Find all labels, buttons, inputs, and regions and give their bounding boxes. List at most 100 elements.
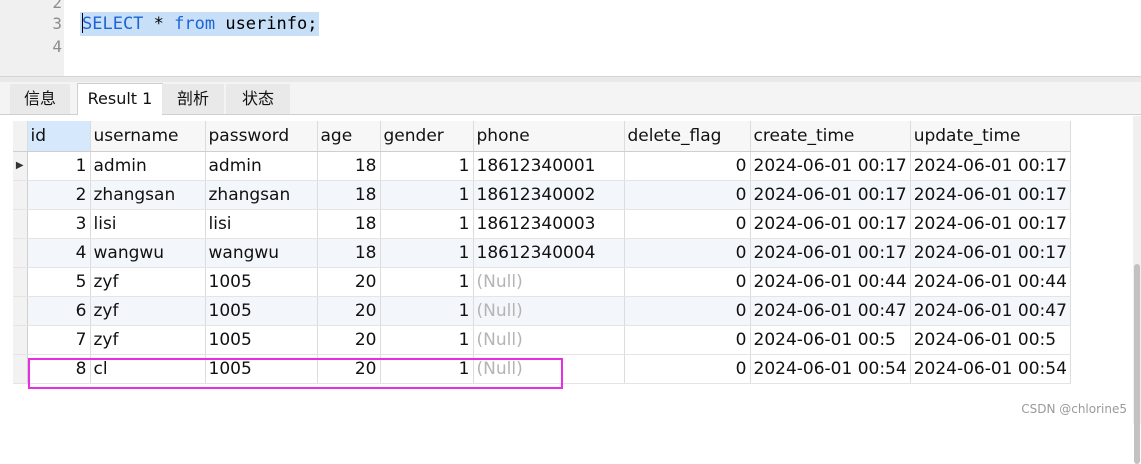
table-row[interactable]: 7 zyf 1005 20 1 (Null) 0 2024-06-01 00:5… bbox=[13, 325, 1071, 355]
cell-id[interactable]: 7 bbox=[27, 325, 91, 355]
cell-delete-flag[interactable]: 0 bbox=[624, 209, 751, 239]
cell-gender[interactable]: 1 bbox=[380, 296, 474, 326]
column-header-delete-flag[interactable]: delete_flag bbox=[624, 121, 751, 152]
cell-username[interactable]: zyf bbox=[90, 296, 206, 326]
cell-id[interactable]: 8 bbox=[27, 354, 91, 384]
cell-gender[interactable]: 1 bbox=[380, 151, 474, 181]
cell-phone[interactable]: (Null) bbox=[473, 296, 625, 326]
tab-profile[interactable]: 剖析 bbox=[162, 84, 224, 114]
tab-result-1[interactable]: Result 1 bbox=[77, 83, 163, 116]
cell-password[interactable]: lisi bbox=[205, 209, 318, 239]
cell-phone[interactable]: 18612340004 bbox=[473, 238, 625, 268]
cell-delete-flag[interactable]: 0 bbox=[624, 296, 751, 326]
cell-gender[interactable]: 1 bbox=[380, 180, 474, 210]
cell-age[interactable]: 20 bbox=[317, 296, 381, 326]
cell-phone[interactable]: (Null) bbox=[473, 354, 625, 384]
cell-update-time[interactable]: 2024-06-01 00:5 bbox=[910, 325, 1071, 355]
table-row[interactable]: 8 cl 1005 20 1 (Null) 0 2024-06-01 00:54… bbox=[13, 354, 1071, 384]
cell-update-time[interactable]: 2024-06-01 00:17 bbox=[910, 151, 1071, 181]
cell-id[interactable]: 4 bbox=[27, 238, 91, 268]
column-header-update-time[interactable]: update_time bbox=[910, 121, 1071, 152]
cell-create-time[interactable]: 2024-06-01 00:5 bbox=[750, 325, 911, 355]
table-row[interactable]: 6 zyf 1005 20 1 (Null) 0 2024-06-01 00:4… bbox=[13, 296, 1071, 326]
cell-password[interactable]: admin bbox=[205, 151, 318, 181]
sql-editor[interactable]: 2 3 4 SELECT * from userinfo; bbox=[0, 0, 1141, 76]
cell-id[interactable]: 1 bbox=[27, 151, 91, 181]
tab-status[interactable]: 状态 bbox=[226, 84, 290, 114]
column-header-username[interactable]: username bbox=[90, 121, 206, 152]
table-row[interactable]: 4 wangwu wangwu 18 1 18612340004 0 2024-… bbox=[13, 238, 1071, 268]
cell-password[interactable]: 1005 bbox=[205, 354, 318, 384]
cell-id[interactable]: 6 bbox=[27, 296, 91, 326]
column-header-id[interactable]: id bbox=[27, 121, 91, 152]
cell-create-time[interactable]: 2024-06-01 00:17 bbox=[750, 151, 911, 181]
cell-age[interactable]: 20 bbox=[317, 354, 381, 384]
tab-info[interactable]: 信息 bbox=[10, 84, 70, 114]
cell-username[interactable]: zyf bbox=[90, 325, 206, 355]
cell-delete-flag[interactable]: 0 bbox=[624, 325, 751, 355]
cell-gender[interactable]: 1 bbox=[380, 267, 474, 297]
cell-username[interactable]: zyf bbox=[90, 267, 206, 297]
cell-age[interactable]: 20 bbox=[317, 325, 381, 355]
result-grid-area: id username password age gender phone de… bbox=[0, 115, 1141, 424]
cell-password[interactable]: wangwu bbox=[205, 238, 318, 268]
cell-age[interactable]: 18 bbox=[317, 151, 381, 181]
cell-username[interactable]: cl bbox=[90, 354, 206, 384]
cell-password[interactable]: 1005 bbox=[205, 267, 318, 297]
cell-create-time[interactable]: 2024-06-01 00:17 bbox=[750, 180, 911, 210]
cell-phone[interactable]: 18612340003 bbox=[473, 209, 625, 239]
cell-password[interactable]: 1005 bbox=[205, 296, 318, 326]
vertical-scrollbar[interactable] bbox=[1133, 116, 1141, 464]
cell-delete-flag[interactable]: 0 bbox=[624, 267, 751, 297]
cell-id[interactable]: 2 bbox=[27, 180, 91, 210]
cell-create-time[interactable]: 2024-06-01 00:44 bbox=[750, 267, 911, 297]
sql-query-line[interactable]: SELECT * from userinfo; bbox=[80, 12, 320, 36]
cell-password[interactable]: zhangsan bbox=[205, 180, 318, 210]
cell-create-time[interactable]: 2024-06-01 00:17 bbox=[750, 238, 911, 268]
cell-phone[interactable]: (Null) bbox=[473, 325, 625, 355]
column-header-password[interactable]: password bbox=[205, 121, 318, 152]
cell-username[interactable]: wangwu bbox=[90, 238, 206, 268]
table-row[interactable]: 2 zhangsan zhangsan 18 1 18612340002 0 2… bbox=[13, 180, 1071, 210]
column-header-phone[interactable]: phone bbox=[473, 121, 625, 152]
cell-gender[interactable]: 1 bbox=[380, 354, 474, 384]
cell-age[interactable]: 18 bbox=[317, 238, 381, 268]
cell-create-time[interactable]: 2024-06-01 00:47 bbox=[750, 296, 911, 326]
cell-gender[interactable]: 1 bbox=[380, 238, 474, 268]
cell-delete-flag[interactable]: 0 bbox=[624, 354, 751, 384]
cell-phone[interactable]: 18612340002 bbox=[473, 180, 625, 210]
column-header-create-time[interactable]: create_time bbox=[750, 121, 911, 152]
cell-update-time[interactable]: 2024-06-01 00:17 bbox=[910, 209, 1071, 239]
watermark: CSDN @chlorine5 bbox=[1021, 402, 1127, 416]
cell-update-time[interactable]: 2024-06-01 00:54 bbox=[910, 354, 1071, 384]
cell-create-time[interactable]: 2024-06-01 00:54 bbox=[750, 354, 911, 384]
cell-update-time[interactable]: 2024-06-01 00:17 bbox=[910, 238, 1071, 268]
cell-id[interactable]: 3 bbox=[27, 209, 91, 239]
column-header-age[interactable]: age bbox=[317, 121, 381, 152]
cell-age[interactable]: 18 bbox=[317, 180, 381, 210]
cell-phone[interactable]: (Null) bbox=[473, 267, 625, 297]
cell-age[interactable]: 18 bbox=[317, 209, 381, 239]
cell-delete-flag[interactable]: 0 bbox=[624, 180, 751, 210]
cell-gender[interactable]: 1 bbox=[380, 209, 474, 239]
cell-gender[interactable]: 1 bbox=[380, 325, 474, 355]
row-indicator bbox=[13, 180, 28, 210]
scrollbar-thumb[interactable] bbox=[1134, 264, 1140, 464]
cell-username[interactable]: lisi bbox=[90, 209, 206, 239]
table-row[interactable]: 5 zyf 1005 20 1 (Null) 0 2024-06-01 00:4… bbox=[13, 267, 1071, 297]
cell-update-time[interactable]: 2024-06-01 00:47 bbox=[910, 296, 1071, 326]
table-row[interactable]: ▶ 1 admin admin 18 1 18612340001 0 2024-… bbox=[13, 151, 1071, 181]
table-row[interactable]: 3 lisi lisi 18 1 18612340003 0 2024-06-0… bbox=[13, 209, 1071, 239]
cell-delete-flag[interactable]: 0 bbox=[624, 151, 751, 181]
cell-password[interactable]: 1005 bbox=[205, 325, 318, 355]
cell-username[interactable]: admin bbox=[90, 151, 206, 181]
cell-create-time[interactable]: 2024-06-01 00:17 bbox=[750, 209, 911, 239]
cell-update-time[interactable]: 2024-06-01 00:17 bbox=[910, 180, 1071, 210]
cell-phone[interactable]: 18612340001 bbox=[473, 151, 625, 181]
cell-id[interactable]: 5 bbox=[27, 267, 91, 297]
cell-username[interactable]: zhangsan bbox=[90, 180, 206, 210]
column-header-gender[interactable]: gender bbox=[380, 121, 474, 152]
cell-delete-flag[interactable]: 0 bbox=[624, 238, 751, 268]
cell-age[interactable]: 20 bbox=[317, 267, 381, 297]
cell-update-time[interactable]: 2024-06-01 00:44 bbox=[910, 267, 1071, 297]
